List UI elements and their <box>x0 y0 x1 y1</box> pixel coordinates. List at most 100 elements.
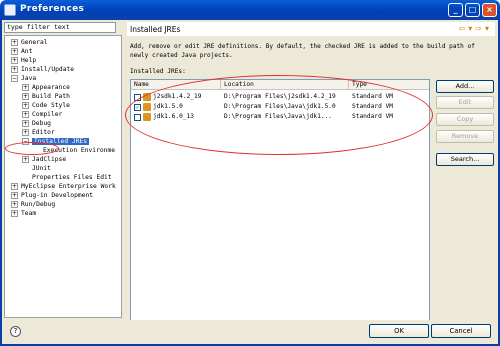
table-row[interactable]: j2sdk1.4.2_19 D:\Program Files\j2sdk1.4.… <box>131 92 429 102</box>
tree-item-label: Plug-in Development <box>21 192 94 199</box>
tree-item-installed-jres[interactable]: − Installed JREs <box>22 137 90 146</box>
tree-item-help[interactable]: + Help <box>11 56 36 65</box>
row-location: D:\Program Files\Java\jdk1.5.0 <box>224 103 336 110</box>
expand-icon[interactable]: + <box>11 200 18 208</box>
tree-item-build-path[interactable]: + Build Path <box>22 92 70 101</box>
tree-item-debug[interactable]: + Debug <box>22 119 51 128</box>
tree-item-team[interactable]: + Team <box>11 209 36 218</box>
help-icon[interactable]: ? <box>10 326 21 337</box>
row-name: jdk1.6.0_13 <box>153 113 194 120</box>
tree-item-properties-files-editor[interactable]: Properties Files Edit <box>32 173 112 182</box>
row-checkbox[interactable] <box>134 113 141 121</box>
row-type: Standard VM <box>352 93 393 100</box>
tree-item-label: Run/Debug <box>21 201 56 208</box>
remove-button[interactable]: Remove <box>436 130 494 143</box>
tree-item-label: Ant <box>21 48 33 55</box>
column-header-location[interactable]: Location <box>221 80 349 90</box>
title-bar[interactable]: Preferences _ □ × <box>0 0 500 20</box>
expand-icon[interactable]: + <box>22 110 29 118</box>
tree-item-myeclipse[interactable]: + MyEclipse Enterprise Work <box>11 182 116 191</box>
row-name: j2sdk1.4.2_19 <box>153 93 202 100</box>
cancel-button[interactable]: Cancel <box>431 324 491 338</box>
tree-item-install-update[interactable]: + Install/Update <box>11 65 74 74</box>
tree-item-label: Installed JREs <box>32 138 90 145</box>
forward-arrow-icon[interactable]: ⇨▾ <box>475 24 492 33</box>
nav-arrows[interactable]: ⇦▾⇨▾ <box>459 24 492 33</box>
tree-item-label: Debug <box>32 120 51 127</box>
expand-icon[interactable]: + <box>22 92 29 100</box>
tree-item-ant[interactable]: + Ant <box>11 47 32 56</box>
maximize-button[interactable]: □ <box>465 3 480 17</box>
tree-item-label: Help <box>21 57 37 64</box>
page-header: Installed JREs ⇦▾⇨▾ <box>127 22 495 36</box>
tree-item-junit[interactable]: JUnit <box>32 164 51 173</box>
row-location: D:\Program Files\j2sdk1.4.2_19 <box>224 93 336 100</box>
row-checkbox[interactable] <box>134 93 141 101</box>
filter-input[interactable]: type filter text <box>4 22 116 33</box>
jre-icon <box>143 93 151 101</box>
expand-icon[interactable]: + <box>11 38 18 46</box>
expand-icon[interactable]: + <box>11 191 18 199</box>
expand-icon[interactable]: + <box>11 209 18 217</box>
tree-item-editor[interactable]: + Editor <box>22 128 55 137</box>
right-pane: Installed JREs ⇦▾⇨▾ Add, remove or edit … <box>125 22 495 344</box>
table-row[interactable]: jdk1.6.0_13 D:\Program Files\Java\jdk1..… <box>131 112 429 122</box>
expand-icon[interactable]: + <box>22 119 29 127</box>
expand-icon[interactable]: + <box>11 56 18 64</box>
collapse-icon[interactable]: − <box>22 137 29 145</box>
tree-item-label: Compiler <box>32 111 63 118</box>
tree-item-code-style[interactable]: + Code Style <box>22 101 70 110</box>
app-icon <box>4 4 16 16</box>
minimize-button[interactable]: _ <box>448 3 463 17</box>
tree-item-label: Build Path <box>32 93 70 100</box>
expand-icon[interactable]: + <box>11 47 18 55</box>
row-checkbox-checked[interactable]: ✓ <box>134 103 141 111</box>
expand-icon[interactable]: + <box>11 182 18 190</box>
page-description: Add, remove or edit JRE definitions. By … <box>130 43 475 59</box>
jre-icon <box>143 113 151 121</box>
preference-tree: + General + Ant + Help + Install/Update − Jav… <box>4 35 122 318</box>
tree-item-jadclipse[interactable]: + JadClipse <box>22 155 66 164</box>
tree-item-label: Properties Files Edit <box>32 174 112 181</box>
tree-item-label: JUnit <box>32 165 51 172</box>
tree-item-label: Editor <box>32 129 55 136</box>
expand-icon[interactable]: + <box>22 101 29 109</box>
expand-icon[interactable]: + <box>22 83 29 91</box>
close-button[interactable]: × <box>482 3 497 17</box>
row-location: D:\Program Files\Java\jdk1... <box>224 113 333 120</box>
tree-item-java[interactable]: − Java <box>11 74 36 83</box>
tree-item-general[interactable]: + General <box>11 38 48 47</box>
search-button[interactable]: Search... <box>436 153 494 166</box>
add-button[interactable]: Add... <box>436 80 494 93</box>
column-header-type[interactable]: Type <box>349 80 429 90</box>
expand-icon[interactable]: + <box>11 65 18 73</box>
tree-item-label: Appearance <box>32 84 70 91</box>
tree-item-label: JadClipse <box>32 156 67 163</box>
window-title: Preferences <box>20 4 85 14</box>
copy-button[interactable]: Copy <box>436 113 494 126</box>
collapse-icon[interactable]: − <box>11 74 18 82</box>
tree-item-plugin-development[interactable]: + Plug-in Development <box>11 191 93 200</box>
tree-item-compiler[interactable]: + Compiler <box>22 110 62 119</box>
table-row[interactable]: ✓ jdk1.5.0 D:\Program Files\Java\jdk1.5.… <box>131 102 429 112</box>
left-pane: type filter text + General + Ant + Help + In… <box>4 22 122 318</box>
tree-item-appearance[interactable]: + Appearance <box>22 83 70 92</box>
ok-button[interactable]: OK <box>369 324 429 338</box>
tree-item-label: MyEclipse Enterprise Work <box>21 183 116 190</box>
tree-item-label: General <box>21 39 48 46</box>
edit-button[interactable]: Edit <box>436 96 494 109</box>
tree-item-label: Execution Environme <box>43 147 116 154</box>
tree-item-label: Install/Update <box>21 66 75 73</box>
tree-item-run-debug[interactable]: + Run/Debug <box>11 200 55 209</box>
column-header-name[interactable]: Name <box>131 80 221 90</box>
tree-item-label: Team <box>21 210 37 217</box>
back-arrow-icon[interactable]: ⇦▾ <box>459 24 476 33</box>
jre-icon <box>143 103 151 111</box>
row-name: jdk1.5.0 <box>153 103 183 110</box>
expand-icon[interactable]: + <box>22 128 29 136</box>
tree-item-execution-environments[interactable]: Execution Environme <box>43 146 115 155</box>
tree-item-label: Code Style <box>32 102 70 109</box>
table-header: Name Location Type <box>131 80 429 90</box>
expand-icon[interactable]: + <box>22 155 29 163</box>
row-type: Standard VM <box>352 113 393 120</box>
